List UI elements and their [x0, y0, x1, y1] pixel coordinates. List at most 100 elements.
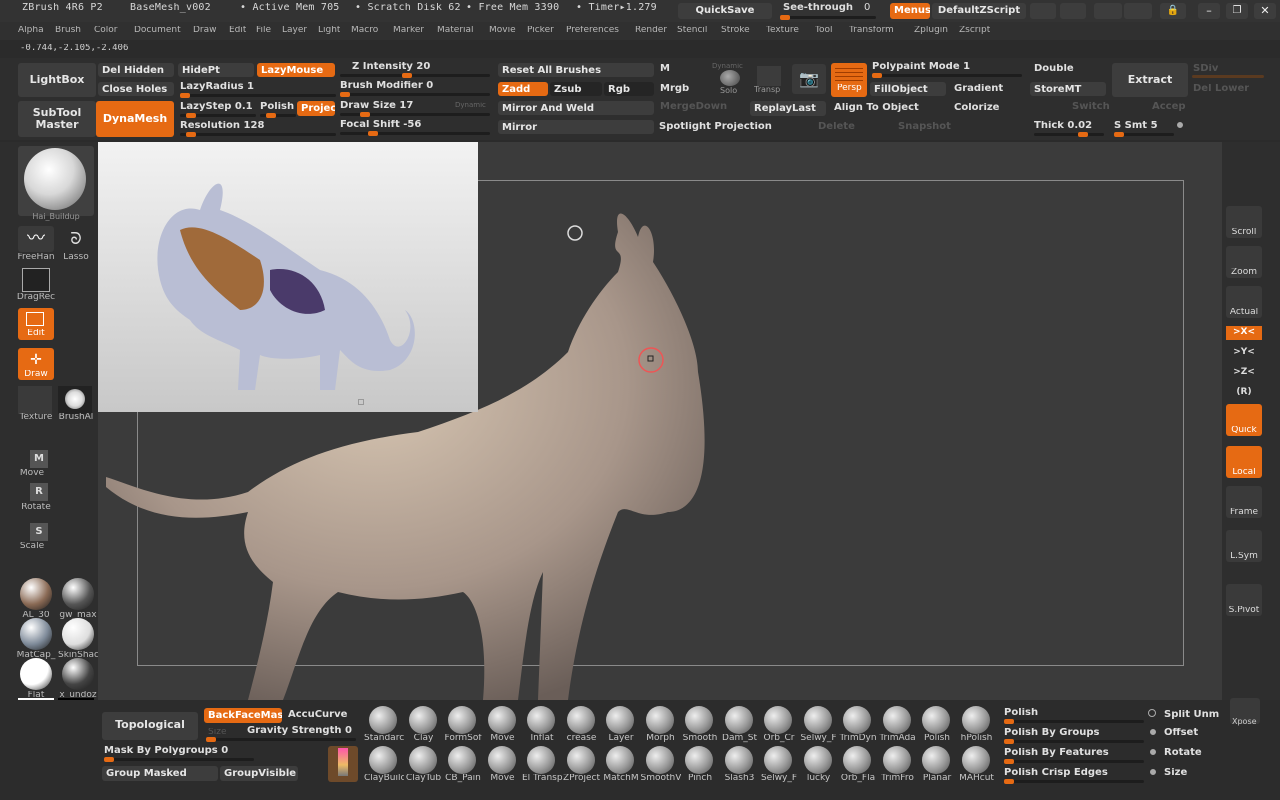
menu-alpha[interactable]: Alpha	[18, 26, 44, 35]
replaylast-button[interactable]: ReplayLast	[750, 101, 826, 116]
resolution-slider[interactable]	[180, 132, 336, 137]
menu-render[interactable]: Render	[635, 26, 667, 35]
crisp-radio-icon[interactable]	[1150, 769, 1156, 775]
mirror-button[interactable]: Mirror	[498, 120, 654, 134]
brush-icon[interactable]	[724, 706, 753, 734]
menu-zplugin[interactable]: Zplugin	[914, 26, 948, 35]
brush-icon[interactable]	[645, 706, 674, 734]
axis-r-button[interactable]: (R)	[1226, 386, 1262, 400]
brush-icon[interactable]	[685, 746, 713, 774]
polypaint-mode-slider[interactable]	[872, 73, 1022, 78]
dynamesh-button[interactable]: DynaMesh	[96, 101, 174, 137]
topological-button[interactable]: Topological	[102, 712, 198, 740]
material-swatch[interactable]	[20, 578, 52, 610]
backfacemask-button[interactable]: BackFaceMas	[204, 708, 282, 723]
offset-button[interactable]: Offset	[1164, 728, 1198, 738]
storemt-button[interactable]: StoreMT	[1030, 82, 1106, 96]
polish-slider-bottom[interactable]	[1004, 719, 1144, 724]
sdiv-slider[interactable]	[1192, 75, 1264, 78]
menu-stroke[interactable]: Stroke	[721, 26, 750, 35]
rotate-button[interactable]: Rotate	[1164, 748, 1202, 758]
axis-x-button[interactable]: >X<	[1226, 326, 1262, 340]
z-intensity-slider[interactable]	[340, 73, 490, 78]
brush-icon[interactable]	[961, 706, 990, 734]
see-through-slider[interactable]	[780, 15, 876, 20]
del-lower-button[interactable]: Del Lower	[1193, 84, 1249, 94]
brush-icon[interactable]	[843, 746, 871, 774]
size-button[interactable]: Size	[1164, 768, 1187, 778]
brush-modifier-slider[interactable]	[340, 92, 490, 97]
brush-icon[interactable]	[369, 746, 397, 774]
brush-icon[interactable]	[882, 706, 911, 734]
polish-crisp-slider[interactable]	[1004, 779, 1144, 784]
brush-icon[interactable]	[448, 706, 476, 734]
material-swatch[interactable]	[62, 618, 94, 650]
brush-icon[interactable]	[566, 706, 595, 734]
zadd-button[interactable]: Zadd	[498, 82, 548, 96]
delete-button[interactable]: Delete	[818, 122, 855, 132]
dynamic-size-label[interactable]: Dynamic	[455, 102, 486, 109]
brush-icon[interactable]	[408, 746, 437, 774]
brush-icon[interactable]	[487, 746, 516, 774]
polish-radio-icon[interactable]	[1148, 709, 1156, 717]
brush-icon[interactable]	[685, 706, 713, 734]
menu-texture[interactable]: Texture	[766, 26, 799, 35]
reset-all-brushes-button[interactable]: Reset All Brushes	[498, 63, 654, 77]
menus-button[interactable]: Menus	[890, 3, 930, 19]
rgb-button[interactable]: Rgb	[604, 82, 654, 96]
polish-groups-slider[interactable]	[1004, 739, 1144, 744]
accept-button[interactable]: Accep	[1152, 102, 1186, 112]
polish-toggle[interactable]: Polish	[1004, 708, 1038, 718]
groups-radio-icon[interactable]	[1150, 729, 1156, 735]
menu-movie[interactable]: Movie	[489, 26, 516, 35]
brush-icon[interactable]	[369, 706, 397, 734]
spotlight-projection-button[interactable]: Spotlight Projection	[659, 122, 772, 132]
gravity-slider[interactable]	[206, 737, 356, 742]
s-smt-slider[interactable]	[1114, 132, 1174, 137]
menu-draw[interactable]: Draw	[193, 26, 217, 35]
lasso-icon[interactable]: ᘐ	[58, 226, 94, 252]
material-swatch[interactable]	[20, 658, 52, 690]
brush-icon[interactable]	[408, 706, 437, 734]
menu-document[interactable]: Document	[134, 26, 181, 35]
texture-thumb[interactable]	[18, 386, 52, 414]
menu-marker[interactable]: Marker	[393, 26, 424, 35]
dragrect-icon[interactable]	[22, 268, 50, 292]
polish-features-slider[interactable]	[1004, 759, 1144, 764]
del-hidden-button[interactable]: Del Hidden	[98, 63, 174, 77]
brush-icon[interactable]	[527, 706, 555, 734]
mirror-and-weld-button[interactable]: Mirror And Weld	[498, 101, 654, 115]
brush-icon[interactable]	[645, 746, 674, 774]
double-button[interactable]: Double	[1034, 64, 1074, 74]
default-zscript-button[interactable]: DefaultZScript	[932, 3, 1026, 19]
snapshot-button[interactable]: Snapshot	[898, 122, 951, 132]
brush-icon[interactable]	[922, 746, 950, 774]
brush-icon[interactable]	[882, 746, 911, 774]
fillobject-button[interactable]: FillObject	[870, 82, 946, 96]
option-dot-icon[interactable]	[1177, 122, 1183, 128]
group-visible-button[interactable]: GroupVisible	[220, 766, 298, 781]
maximize-icon[interactable]: ❐	[1226, 3, 1248, 19]
menu-file[interactable]: File	[256, 26, 271, 35]
tray-left-icon[interactable]	[1030, 3, 1056, 19]
solo-icon[interactable]	[720, 70, 740, 86]
polish-by-features-toggle[interactable]: Polish By Features	[1004, 748, 1109, 758]
gradient-button[interactable]: Gradient	[954, 84, 1003, 94]
close-holes-button[interactable]: Close Holes	[98, 82, 174, 96]
lazymouse-button[interactable]: LazyMouse	[257, 63, 335, 77]
lazyradius-slider[interactable]	[180, 93, 336, 98]
axis-z-button[interactable]: >Z<	[1226, 366, 1262, 380]
brush-icon[interactable]	[487, 706, 516, 734]
transp-icon[interactable]	[757, 66, 781, 86]
brush-icon[interactable]	[803, 706, 832, 734]
menu-macro[interactable]: Macro	[351, 26, 378, 35]
mergedown-button[interactable]: MergeDown	[660, 102, 727, 112]
menu-light[interactable]: Light	[318, 26, 340, 35]
menu-layer[interactable]: Layer	[282, 26, 307, 35]
menu-preferences[interactable]: Preferences	[566, 26, 619, 35]
polish-slider[interactable]	[260, 113, 296, 118]
freehand-stroke-icon[interactable]: 〰	[18, 226, 54, 252]
menu-stencil[interactable]: Stencil	[677, 26, 707, 35]
project-button[interactable]: Projec	[297, 101, 335, 116]
menu-transform[interactable]: Transform	[849, 26, 894, 35]
